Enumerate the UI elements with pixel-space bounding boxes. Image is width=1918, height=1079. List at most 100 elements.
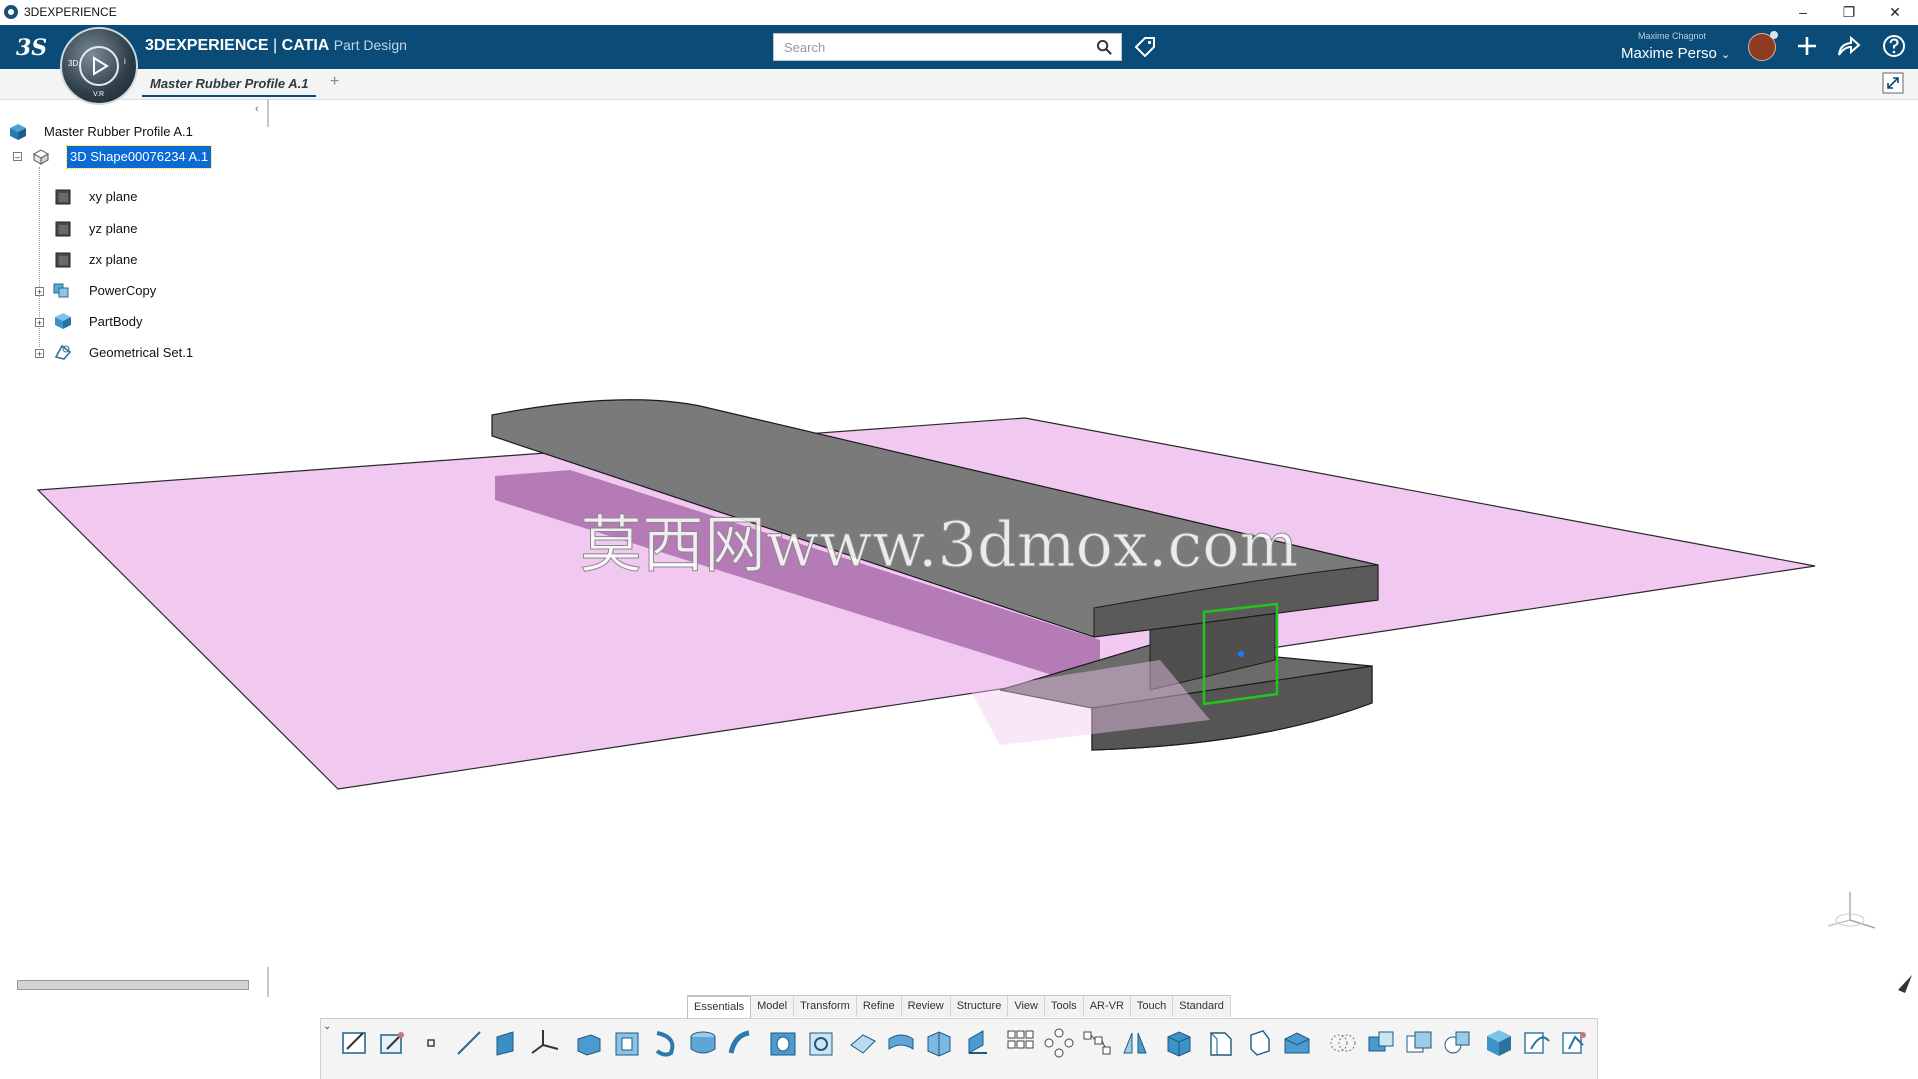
- chamfer-icon[interactable]: [885, 1027, 917, 1059]
- compass-3d-icon: 3D: [68, 59, 79, 68]
- collapse-tree-button[interactable]: ‹: [255, 103, 259, 115]
- tree-expand-toggle[interactable]: +: [35, 318, 44, 328]
- tab-label: Master Rubber Profile A.1: [150, 76, 309, 91]
- close-window-button[interactable]: ✕: [1873, 0, 1917, 25]
- tree-item-xy-plane[interactable]: xy plane: [89, 186, 137, 208]
- restore-button[interactable]: ❐: [1827, 0, 1871, 25]
- tree-horizontal-scrollbar[interactable]: [17, 980, 249, 990]
- tree-item-yz-plane[interactable]: yz plane: [89, 218, 137, 240]
- pad-icon[interactable]: [573, 1027, 605, 1059]
- tree-item-powercopy[interactable]: PowerCopy: [89, 280, 156, 302]
- intersect-icon[interactable]: [1403, 1027, 1435, 1059]
- line-icon[interactable]: [453, 1027, 485, 1059]
- tree-root-label[interactable]: Master Rubber Profile A.1: [44, 121, 193, 143]
- profile-point[interactable]: [1238, 651, 1244, 657]
- shell-icon[interactable]: [805, 1027, 837, 1059]
- add-tab-button[interactable]: +: [330, 73, 339, 91]
- tab-model[interactable]: Model: [751, 996, 795, 1017]
- tab-structure[interactable]: Structure: [950, 996, 1009, 1017]
- tab-standard[interactable]: Standard: [1173, 996, 1231, 1017]
- tree-item-partbody[interactable]: PartBody: [89, 311, 142, 333]
- svg-text:3S: 3S: [16, 35, 46, 61]
- play-icon[interactable]: [79, 46, 119, 86]
- ordered-geometrical-set-icon[interactable]: [1559, 1027, 1591, 1059]
- plane-icon: [55, 252, 71, 268]
- tab-tools[interactable]: Tools: [1045, 996, 1084, 1017]
- tree-expand-toggle[interactable]: +: [35, 349, 44, 359]
- hole-icon[interactable]: [767, 1027, 799, 1059]
- user-menu[interactable]: Maxime Perso ⌄: [1621, 45, 1730, 62]
- action-bar-collapse-icon[interactable]: ⌄: [323, 1021, 331, 1032]
- tab-touch[interactable]: Touch: [1130, 996, 1174, 1017]
- tree-item-geometrical-set[interactable]: Geometrical Set.1: [89, 342, 193, 364]
- tab-transform[interactable]: Transform: [794, 996, 857, 1017]
- search-input[interactable]: [782, 34, 1086, 60]
- rectangular-pattern-icon[interactable]: [1005, 1027, 1037, 1059]
- notification-badge: [1770, 31, 1778, 39]
- brand-title: 3DEXPERIENCE | CATIA Part Design: [145, 37, 407, 55]
- tree-collapse-toggle[interactable]: –: [13, 152, 22, 162]
- remove-icon[interactable]: [1365, 1027, 1397, 1059]
- 3d-viewport[interactable]: 莫西网www.3dmox.com: [0, 99, 1918, 999]
- brand-app: Part Design: [333, 37, 407, 53]
- add-icon[interactable]: [1441, 1027, 1473, 1059]
- tab-review[interactable]: Review: [901, 996, 951, 1017]
- tree-expand-toggle[interactable]: +: [35, 287, 44, 297]
- model-canvas[interactable]: 莫西网www.3dmox.com: [0, 99, 1918, 999]
- tag-icon[interactable]: [1133, 35, 1157, 59]
- action-bar-sections: Essentials Model Transform Refine Review…: [687, 995, 1231, 1018]
- pocket-icon[interactable]: [611, 1027, 643, 1059]
- part-body-tool-icon[interactable]: [1483, 1027, 1515, 1059]
- mirror-icon[interactable]: [1119, 1027, 1151, 1059]
- thickness-icon[interactable]: [961, 1027, 993, 1059]
- cylinder-icon[interactable]: [1243, 1027, 1275, 1059]
- tab-ar-vr[interactable]: AR-VR: [1083, 996, 1131, 1017]
- search-box[interactable]: [773, 33, 1122, 61]
- action-bar: ⌄: [320, 1018, 1598, 1079]
- tab-refine[interactable]: Refine: [856, 996, 902, 1017]
- measure-icon[interactable]: [1163, 1027, 1195, 1059]
- compass-widget[interactable]: 3D V.R i: [60, 27, 138, 105]
- search-icon[interactable]: [1096, 39, 1113, 56]
- ds-logo-icon[interactable]: 3S: [14, 31, 46, 63]
- groove-icon[interactable]: [687, 1027, 719, 1059]
- tree-splitter[interactable]: [267, 99, 269, 127]
- draft-icon[interactable]: [923, 1027, 955, 1059]
- circular-pattern-icon[interactable]: [1043, 1027, 1075, 1059]
- tree-item-zx-plane[interactable]: zx plane: [89, 249, 137, 271]
- root-product-icon: [10, 124, 26, 140]
- tab-essentials[interactable]: Essentials: [687, 996, 752, 1018]
- shaft-icon[interactable]: [649, 1027, 681, 1059]
- share-icon[interactable]: [1836, 34, 1862, 58]
- point-icon[interactable]: [415, 1027, 447, 1059]
- specification-tree: ‹ Master Rubber Profile A.1 – 3D Shape00…: [0, 99, 270, 999]
- tree-item-3d-shape[interactable]: 3D Shape00076234 A.1: [65, 145, 213, 169]
- top-header: 3S 3DEXPERIENCE | CATIA Part Design Maxi…: [0, 25, 1918, 69]
- 3d-shape-icon: [32, 149, 50, 165]
- geometrical-set-tool-icon[interactable]: [1521, 1027, 1553, 1059]
- user-pattern-icon[interactable]: [1081, 1027, 1113, 1059]
- minimize-button[interactable]: –: [1781, 0, 1825, 25]
- user-name: Maxime Perso: [1621, 45, 1717, 62]
- window-titlebar: 3DEXPERIENCE – ❐ ✕: [0, 0, 1918, 26]
- plane-tool-icon[interactable]: [491, 1027, 523, 1059]
- compass-info-icon: i: [124, 57, 126, 66]
- maximize-viewer-icon[interactable]: [1882, 72, 1904, 94]
- box-icon[interactable]: [1205, 1027, 1237, 1059]
- axis-system-icon[interactable]: [529, 1027, 561, 1059]
- help-icon[interactable]: [1882, 34, 1906, 58]
- watermark: 莫西网www.3dmox.com: [580, 508, 1298, 581]
- positioned-sketch-icon[interactable]: [377, 1027, 409, 1059]
- tab-master-rubber-profile[interactable]: Master Rubber Profile A.1: [142, 73, 317, 97]
- sphere-icon[interactable]: [1281, 1027, 1313, 1059]
- fillet-icon[interactable]: [847, 1027, 879, 1059]
- geometrical-set-icon: [54, 344, 72, 360]
- axis-triad-icon[interactable]: [1827, 892, 1876, 929]
- tab-view[interactable]: View: [1008, 996, 1045, 1017]
- rib-icon[interactable]: [725, 1027, 757, 1059]
- compass-pointer-icon[interactable]: [1898, 975, 1912, 993]
- sketch-icon[interactable]: [339, 1027, 371, 1059]
- tree-splitter-bottom[interactable]: [267, 967, 269, 997]
- union-icon[interactable]: [1327, 1027, 1359, 1059]
- plus-icon[interactable]: [1795, 34, 1819, 58]
